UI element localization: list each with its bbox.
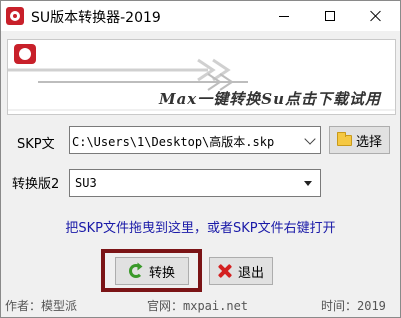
convert-button[interactable]: 转换 xyxy=(115,257,189,285)
converter-window: SU版本转换器-2019 Max一键转换Su点击下载试用 SKP文 C:\Use… xyxy=(0,0,401,318)
footer-author: 作者：模型派 xyxy=(5,299,78,313)
minimize-button[interactable] xyxy=(261,1,307,31)
footer-time: 时间：2019 xyxy=(321,299,386,313)
close-x-icon xyxy=(218,264,232,278)
window-title: SU版本转换器-2019 xyxy=(31,10,161,26)
select-file-label: 选择 xyxy=(355,134,382,150)
refresh-icon xyxy=(128,264,143,278)
title-bar[interactable]: SU版本转换器-2019 xyxy=(1,1,400,31)
minimize-icon xyxy=(279,15,289,17)
exit-label: 退出 xyxy=(237,265,264,281)
promo-banner[interactable]: Max一键转换Su点击下载试用 xyxy=(7,39,396,115)
target-version-label: 转换版2 xyxy=(12,177,60,192)
select-file-button[interactable]: 选择 xyxy=(329,126,390,154)
banner-logo-icon xyxy=(14,44,36,64)
convert-label: 转换 xyxy=(148,265,175,281)
version-select-value: SU3 xyxy=(75,176,97,190)
sketchup-logo-icon xyxy=(6,7,24,25)
banner-tagline: Max一键转换Su点击下载试用 xyxy=(158,90,381,108)
footer-website: 官网：mxpai.net xyxy=(147,299,249,313)
maximize-icon xyxy=(325,11,335,21)
dropdown-arrow-icon[interactable] xyxy=(304,181,312,186)
version-select[interactable]: SU3 xyxy=(69,169,321,197)
drag-drop-hint: 把SKP文件拖曳到这里，或者SKP文件右键打开 xyxy=(65,221,336,236)
chevron-down-icon[interactable] xyxy=(304,133,316,145)
folder-icon xyxy=(336,131,352,146)
skp-path-value: C:\Users\1\Desktop\高版本.skp xyxy=(72,135,275,149)
skp-path-combobox[interactable]: C:\Users\1\Desktop\高版本.skp xyxy=(69,126,321,154)
skp-file-label: SKP文 xyxy=(17,137,55,152)
maximize-button[interactable] xyxy=(307,1,353,31)
close-button[interactable] xyxy=(353,1,399,31)
exit-button[interactable]: 退出 xyxy=(209,257,273,285)
close-icon xyxy=(370,10,382,22)
